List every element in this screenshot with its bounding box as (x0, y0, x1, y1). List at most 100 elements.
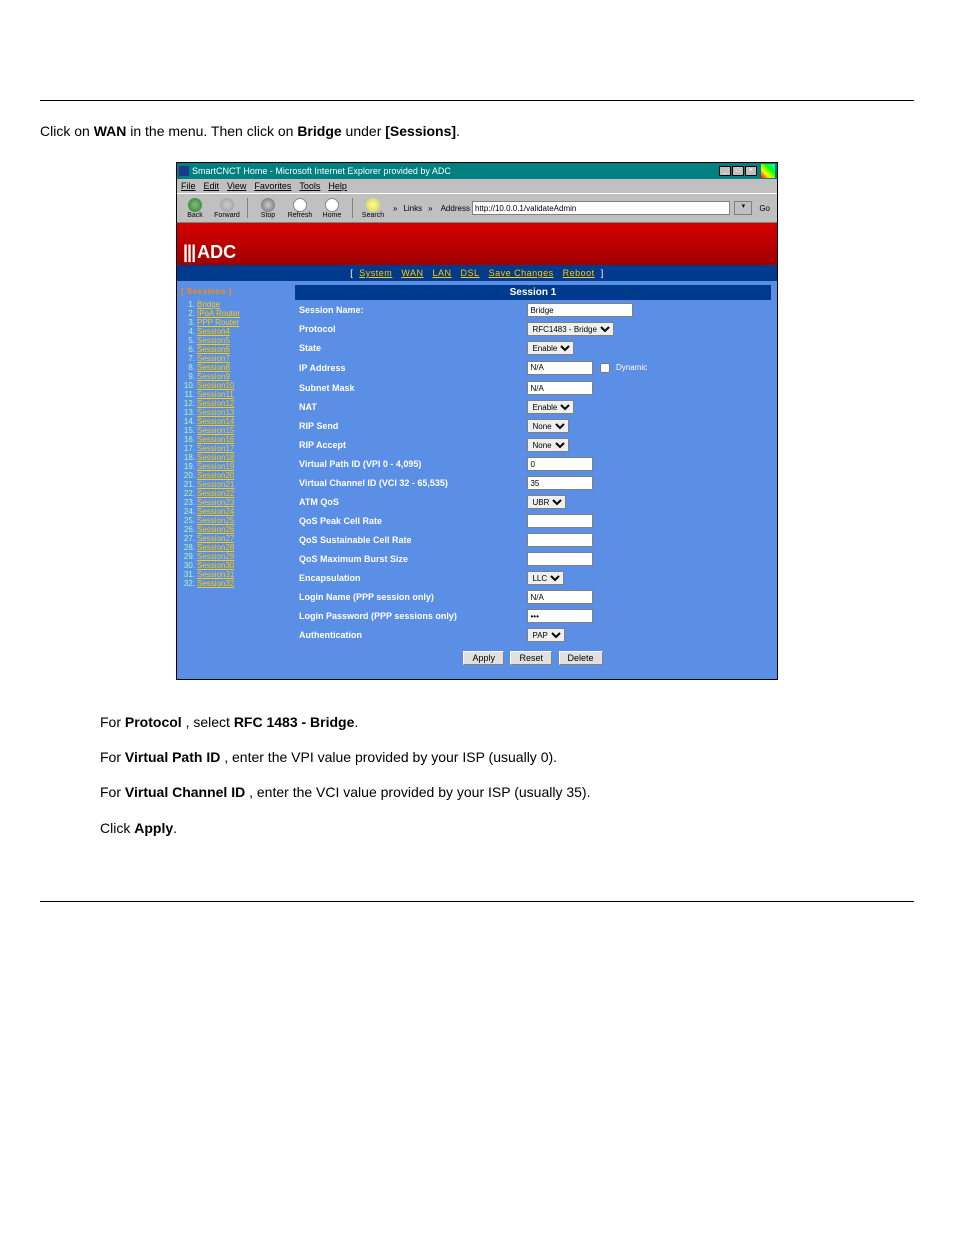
sidebar-item-link[interactable]: Session22 (197, 489, 234, 498)
sidebar-session-item[interactable]: 30.Session30 (181, 561, 291, 570)
sidebar-session-item[interactable]: 3.PPP Router (181, 318, 291, 327)
menu-edit[interactable]: Edit (204, 181, 220, 191)
sidebar-session-item[interactable]: 8.Session8 (181, 363, 291, 372)
sidebar-session-item[interactable]: 23.Session23 (181, 498, 291, 507)
sidebar-session-item[interactable]: 14.Session14 (181, 417, 291, 426)
sidebar-item-link[interactable]: Session5 (197, 336, 230, 345)
select-state[interactable]: Enable (527, 341, 574, 355)
sidebar-item-link[interactable]: Session15 (197, 426, 234, 435)
sidebar-item-link[interactable]: Session10 (197, 381, 234, 390)
home-button[interactable]: Home (318, 198, 346, 219)
go-button[interactable]: ▾ (734, 201, 752, 215)
input-mask[interactable] (527, 381, 593, 395)
sidebar-item-link[interactable]: Session4 (197, 327, 230, 336)
sidebar-session-item[interactable]: 1.Bridge (181, 300, 291, 309)
menu-favorites[interactable]: Favorites (254, 181, 291, 191)
reset-button[interactable]: Reset (510, 651, 552, 665)
maximize-button[interactable]: □ (732, 166, 744, 176)
sidebar-item-link[interactable]: Session18 (197, 453, 234, 462)
sidebar-session-item[interactable]: 2.IPoA Router (181, 309, 291, 318)
sidebar-item-link[interactable]: Session13 (197, 408, 234, 417)
menu-help[interactable]: Help (328, 181, 347, 191)
nav-wan[interactable]: WAN (401, 268, 423, 278)
sidebar-session-item[interactable]: 31.Session31 (181, 570, 291, 579)
sidebar-item-link[interactable]: Bridge (197, 300, 220, 309)
sidebar-item-link[interactable]: Session27 (197, 534, 234, 543)
sidebar-item-link[interactable]: Session9 (197, 372, 230, 381)
sidebar-session-item[interactable]: 11.Session11 (181, 390, 291, 399)
input-password[interactable] (527, 609, 593, 623)
sidebar-item-link[interactable]: Session31 (197, 570, 234, 579)
links-label[interactable]: Links (403, 204, 422, 213)
search-button[interactable]: Search (359, 198, 387, 219)
sidebar-session-item[interactable]: 9.Session9 (181, 372, 291, 381)
sidebar-session-item[interactable]: 22.Session22 (181, 489, 291, 498)
sidebar-session-item[interactable]: 25.Session25 (181, 516, 291, 525)
input-vci[interactable] (527, 476, 593, 490)
sidebar-session-item[interactable]: 4.Session4 (181, 327, 291, 336)
nav-reboot[interactable]: Reboot (563, 268, 595, 278)
nav-save[interactable]: Save Changes (489, 268, 554, 278)
delete-button[interactable]: Delete (559, 651, 603, 665)
sidebar-session-item[interactable]: 15.Session15 (181, 426, 291, 435)
select-auth[interactable]: PAP (527, 628, 565, 642)
address-input[interactable] (472, 201, 730, 215)
refresh-button[interactable]: Refresh (286, 198, 314, 219)
close-button[interactable]: × (745, 166, 757, 176)
nav-dsl[interactable]: DSL (461, 268, 480, 278)
sidebar-session-item[interactable]: 20.Session20 (181, 471, 291, 480)
sidebar-item-link[interactable]: Session30 (197, 561, 234, 570)
nav-system[interactable]: System (359, 268, 392, 278)
sidebar-session-item[interactable]: 24.Session24 (181, 507, 291, 516)
sidebar-item-link[interactable]: PPP Router (197, 318, 239, 327)
select-protocol[interactable]: RFC1483 - Bridge (527, 322, 614, 336)
stop-button[interactable]: Stop (254, 198, 282, 219)
sidebar-session-item[interactable]: 26.Session26 (181, 525, 291, 534)
select-encap[interactable]: LLC (527, 571, 564, 585)
sidebar-item-link[interactable]: Session14 (197, 417, 234, 426)
menu-view[interactable]: View (227, 181, 246, 191)
menu-tools[interactable]: Tools (299, 181, 320, 191)
sidebar-item-link[interactable]: Session29 (197, 552, 234, 561)
sidebar-session-item[interactable]: 18.Session18 (181, 453, 291, 462)
input-vpi[interactable] (527, 457, 593, 471)
sidebar-item-link[interactable]: Session26 (197, 525, 234, 534)
input-sustain[interactable] (527, 533, 593, 547)
sidebar-session-item[interactable]: 19.Session19 (181, 462, 291, 471)
sidebar-item-link[interactable]: Session17 (197, 444, 234, 453)
apply-button[interactable]: Apply (463, 651, 504, 665)
sidebar-session-item[interactable]: 10.Session10 (181, 381, 291, 390)
sidebar-session-item[interactable]: 16.Session16 (181, 435, 291, 444)
nav-lan[interactable]: LAN (433, 268, 452, 278)
sidebar-item-link[interactable]: Session24 (197, 507, 234, 516)
sidebar-session-item[interactable]: 13.Session13 (181, 408, 291, 417)
input-login[interactable] (527, 590, 593, 604)
input-ip[interactable] (527, 361, 593, 375)
select-ripsend[interactable]: None (527, 419, 569, 433)
minimize-button[interactable]: _ (719, 166, 731, 176)
select-ripaccept[interactable]: None (527, 438, 569, 452)
sidebar-item-link[interactable]: Session25 (197, 516, 234, 525)
sidebar-item-link[interactable]: IPoA Router (197, 309, 240, 318)
sidebar-item-link[interactable]: Session20 (197, 471, 234, 480)
links-more-icon[interactable]: » (426, 204, 434, 213)
sidebar-item-link[interactable]: Session32 (197, 579, 234, 588)
sidebar-session-item[interactable]: 29.Session29 (181, 552, 291, 561)
sidebar-session-item[interactable]: 27.Session27 (181, 534, 291, 543)
sidebar-item-link[interactable]: Session6 (197, 345, 230, 354)
input-peak[interactable] (527, 514, 593, 528)
sidebar-session-item[interactable]: 6.Session6 (181, 345, 291, 354)
select-nat[interactable]: Enable (527, 400, 574, 414)
select-atmqos[interactable]: UBR (527, 495, 566, 509)
chk-dynamic[interactable] (600, 363, 610, 373)
sidebar-item-link[interactable]: Session8 (197, 363, 230, 372)
sidebar-item-link[interactable]: Session23 (197, 498, 234, 507)
sidebar-item-link[interactable]: Session19 (197, 462, 234, 471)
sidebar-session-item[interactable]: 28.Session28 (181, 543, 291, 552)
back-button[interactable]: Back (181, 198, 209, 219)
sidebar-item-link[interactable]: Session12 (197, 399, 234, 408)
sidebar-session-item[interactable]: 21.Session21 (181, 480, 291, 489)
toolbar-more-icon[interactable]: » (391, 204, 399, 213)
sidebar-item-link[interactable]: Session28 (197, 543, 234, 552)
input-session-name[interactable] (527, 303, 633, 317)
